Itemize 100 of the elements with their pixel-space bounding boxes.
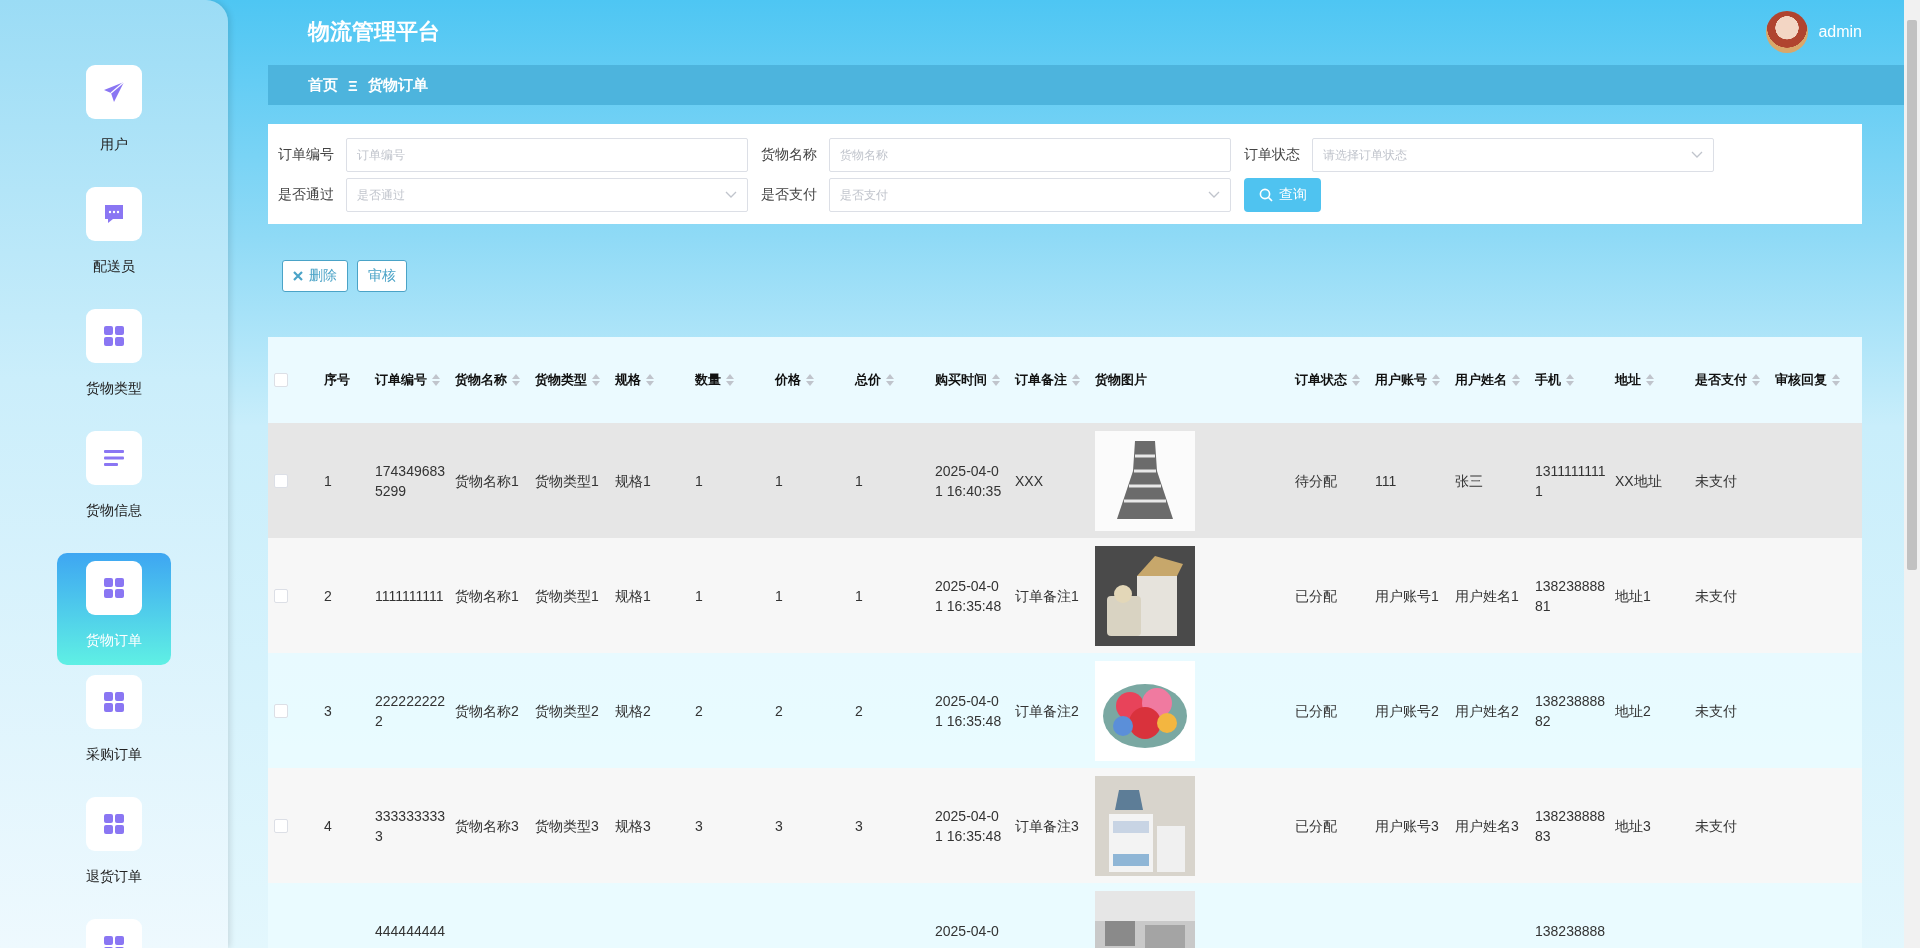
input-field[interactable]: 货物名称 [829,138,1231,173]
sort-icon[interactable] [1072,374,1080,387]
checkbox[interactable] [274,373,288,388]
table-cell-text: 用户姓名1 [1455,586,1520,606]
checkbox[interactable] [274,588,288,603]
column-header[interactable]: 序号 [324,371,350,390]
column-header[interactable]: 价格 [775,371,814,390]
checkbox[interactable] [274,703,288,718]
close-icon [293,271,303,282]
nav-item[interactable]: 采购订单 [57,675,171,787]
table-cell-text: XX地址 [1615,471,1663,491]
table-cell-text: 用户姓名2 [1455,701,1520,721]
table-cell-text: 货物名称1 [455,471,520,491]
column-header[interactable]: 数量 [695,371,734,390]
nav-item[interactable]: 货物信息 [57,431,171,543]
grid-icon [102,690,126,714]
table-cell-text: 待分配 [1295,471,1338,491]
column-header[interactable]: 总价 [855,371,894,390]
column-header[interactable]: 规格 [615,371,654,390]
sort-icon[interactable] [512,374,520,387]
sort-icon[interactable] [1432,374,1440,387]
sort-icon[interactable] [432,374,440,387]
scrollbar-thumb[interactable] [1907,20,1917,570]
table-cell-text: 货物名称3 [455,816,520,836]
table-cell-text: 3333333333 [375,806,446,846]
column-header[interactable]: 订单备注 [1015,371,1080,390]
column-header[interactable]: 手机 [1535,371,1574,390]
sort-icon[interactable] [592,374,600,387]
table-cell-text: 货物类型2 [535,701,600,721]
table-cell-text: 货物类型3 [535,816,600,836]
table-cell-text: 13823888882 [1535,691,1606,731]
nav-item[interactable]: 退货订单 [57,797,171,909]
table-cell-text: 444444444 [375,921,446,941]
paper-plane-icon [102,80,126,104]
nav-item[interactable]: 货物类型 [57,309,171,421]
grid-icon [102,812,126,836]
table-cell-text: 订单备注3 [1015,816,1080,836]
field-label: 货物名称 [761,146,818,165]
column-header[interactable]: 货物类型 [535,371,600,390]
table-cell-text: 地址1 [1615,586,1652,606]
table-cell-text: 货物名称2 [455,701,520,721]
table-cell-text: 1111111111 [375,586,445,606]
checkbox[interactable] [274,473,288,488]
sort-icon[interactable] [1352,374,1360,387]
checkbox[interactable] [274,818,288,833]
nav-item[interactable]: 配送员 [57,187,171,299]
table-cell-text: 138238888 [1535,921,1606,941]
table-cell-text: 2 [775,701,784,721]
sort-icon[interactable] [1752,374,1760,387]
search-icon [1258,188,1273,203]
column-header[interactable]: 用户账号 [1375,371,1440,390]
table-row[interactable]: 444444444 2025-04-0 138238888 [268,883,1862,948]
field-label: 是否支付 [761,186,818,205]
table-cell-text: 用户账号3 [1375,816,1440,836]
table-cell-text: 已分配 [1295,586,1338,606]
sort-icon[interactable] [992,374,1000,387]
table-cell-text: 已分配 [1295,701,1338,721]
table-cell-text: 2 [855,701,864,721]
sort-icon[interactable] [726,374,734,387]
table-cell-text: 货物名称1 [455,586,520,606]
avatar[interactable] [1766,11,1809,54]
nav-item[interactable]: 用户 [57,65,171,177]
sort-icon[interactable] [1832,374,1840,387]
column-header[interactable]: 用户姓名 [1455,371,1520,390]
sort-icon[interactable] [646,374,654,387]
grid-icon [102,324,126,348]
table-cell-text: 1 [855,471,864,491]
table-cell-text: 规格1 [615,586,652,606]
column-header[interactable]: 地址 [1615,371,1654,390]
table-cell-text: 2025-04-01 16:35:48 [935,806,1003,846]
table-cell-text: 3 [695,816,704,836]
field-label: 是否通过 [278,186,335,205]
table-cell-text: 1 [775,471,784,491]
column-header[interactable]: 订单状态 [1295,371,1360,390]
chevron-down-icon [1208,191,1220,200]
sort-icon[interactable] [1566,374,1574,387]
table-cell-text: 3 [775,816,784,836]
column-header[interactable]: 货物图片 [1095,371,1147,390]
table-cell-text: 未支付 [1695,471,1738,491]
column-header[interactable]: 订单编号 [375,371,440,390]
table-cell-text: 订单备注1 [1015,586,1080,606]
scrollbar[interactable] [1904,0,1920,948]
column-header[interactable]: 购买时间 [935,371,1000,390]
table-cell-text: 1 [695,471,704,491]
sort-icon[interactable] [1646,374,1654,387]
column-header[interactable]: 审核回复 [1775,371,1840,390]
column-header[interactable]: 是否支付 [1695,371,1760,390]
grid-icon [102,576,126,600]
sort-icon[interactable] [886,374,894,387]
sort-icon[interactable] [806,374,814,387]
table-cell-text: 未支付 [1695,701,1738,721]
table-cell-text: 3 [324,701,333,721]
chat-icon [102,202,126,226]
table-cell-text: 已分配 [1295,816,1338,836]
app-title: 物流管理平台 [308,18,440,47]
sort-icon[interactable] [1512,374,1520,387]
table-cell-text: 2 [324,586,333,606]
table-cell-text: 2025-04-0 [935,921,1000,941]
table-cell-text: 2222222222 [375,691,446,731]
column-header[interactable]: 货物名称 [455,371,520,390]
